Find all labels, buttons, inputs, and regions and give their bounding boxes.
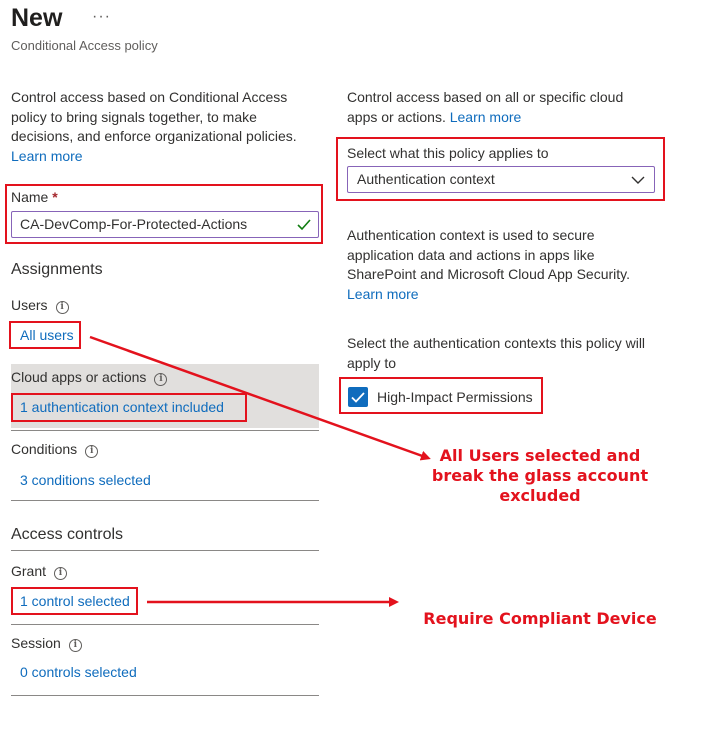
users-annotation-arrow — [89, 335, 431, 461]
grant-annotation-text: Require Compliant Device — [423, 609, 657, 628]
users-annotation-text: All Users selected and break the glass a… — [431, 446, 649, 505]
